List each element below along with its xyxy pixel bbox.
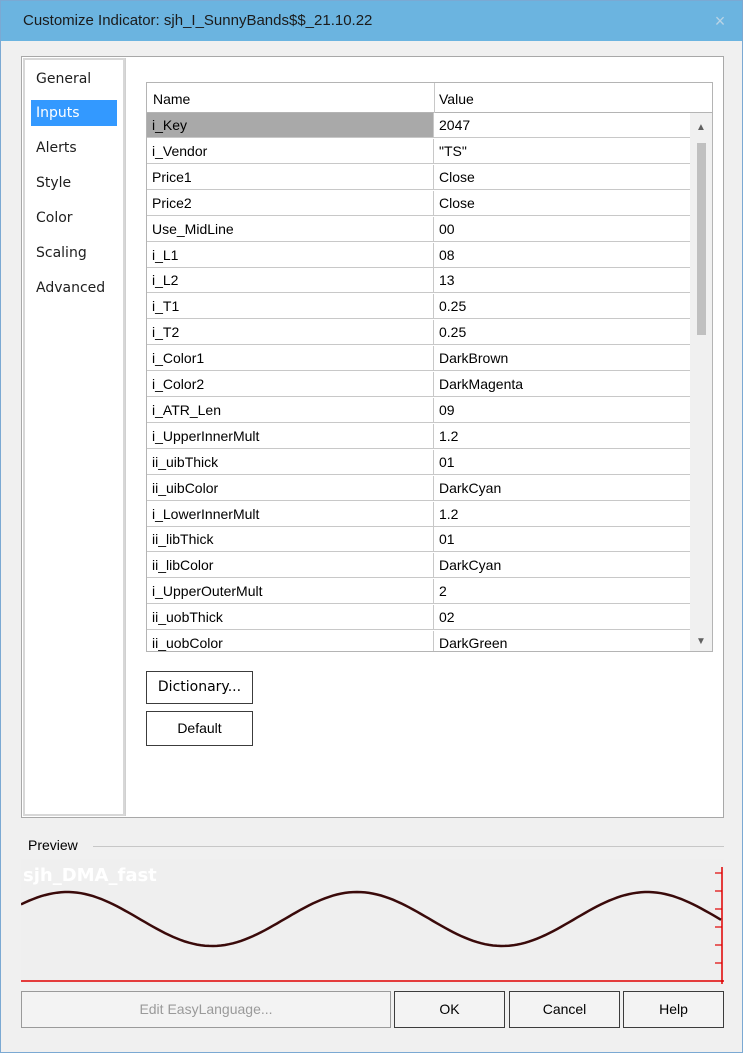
input-name-cell[interactable]: i_L2	[147, 268, 434, 293]
input-name-cell[interactable]: ii_libThick	[147, 527, 434, 552]
input-name-cell[interactable]: ii_uibThick	[147, 450, 434, 475]
input-value-cell[interactable]: 2	[434, 579, 691, 604]
input-value-cell[interactable]: 0.25	[434, 294, 691, 319]
input-value-cell[interactable]: "TS"	[434, 139, 691, 164]
input-value-cell[interactable]: 01	[434, 527, 691, 552]
input-value-cell[interactable]: 1.2	[434, 424, 691, 449]
input-name-cell[interactable]: i_L1	[147, 243, 434, 268]
input-name-cell[interactable]: i_Color1	[147, 346, 434, 371]
input-value-cell[interactable]: DarkCyan	[434, 553, 691, 578]
input-name-cell[interactable]: i_Color2	[147, 372, 434, 397]
nav-divider	[125, 58, 126, 816]
input-value-cell[interactable]: 08	[434, 243, 691, 268]
input-name-cell[interactable]: Price2	[147, 191, 434, 216]
input-value-cell[interactable]: Close	[434, 165, 691, 190]
nav-item-color[interactable]: Color	[31, 205, 117, 231]
column-header-value[interactable]: Value	[439, 91, 474, 107]
input-name-cell[interactable]: i_ATR_Len	[147, 398, 434, 423]
ok-button[interactable]: OK	[394, 991, 505, 1028]
input-name-cell[interactable]: i_Vendor	[147, 139, 434, 164]
input-value-cell[interactable]: DarkMagenta	[434, 372, 691, 397]
header-divider	[434, 83, 435, 113]
nav-item-advanced[interactable]: Advanced	[31, 275, 117, 301]
input-value-cell[interactable]: DarkCyan	[434, 476, 691, 501]
input-value-cell[interactable]: 00	[434, 217, 691, 242]
input-name-cell[interactable]: i_T2	[147, 320, 434, 345]
default-button[interactable]: Default	[146, 711, 253, 746]
dictionary-button[interactable]: Dictionary...	[146, 671, 253, 704]
scroll-up-icon[interactable]: ▲	[690, 119, 712, 137]
inputs-grid: Name Value i_Key 2047 i_Vendor "TS" Price1 Cl…	[146, 82, 713, 652]
nav-item-scaling[interactable]: Scaling	[31, 240, 117, 266]
preview-plot	[21, 867, 724, 984]
input-value-cell[interactable]: 09	[434, 398, 691, 423]
help-button[interactable]: Help	[623, 991, 724, 1028]
scroll-down-icon[interactable]: ▼	[690, 633, 712, 651]
input-value-cell[interactable]: 2047	[434, 113, 691, 138]
input-name-cell[interactable]: i_UpperInnerMult	[147, 424, 434, 449]
nav-item-general[interactable]: General	[31, 66, 117, 92]
input-name-cell[interactable]: ii_uobThick	[147, 605, 434, 630]
input-name-cell[interactable]: i_UpperOuterMult	[147, 579, 434, 604]
edit-easylanguage-button[interactable]: Edit EasyLanguage...	[21, 991, 391, 1028]
input-name-cell[interactable]: ii_uobColor	[147, 631, 434, 651]
cancel-button[interactable]: Cancel	[509, 991, 620, 1028]
input-name-cell[interactable]: i_T1	[147, 294, 434, 319]
preview-divider	[93, 846, 724, 847]
input-name-cell[interactable]: ii_uibColor	[147, 476, 434, 501]
close-icon[interactable]: ×	[710, 11, 730, 31]
input-value-cell[interactable]: Close	[434, 191, 691, 216]
preview-label: Preview	[28, 837, 78, 853]
input-value-cell[interactable]: DarkBrown	[434, 346, 691, 371]
input-name-cell[interactable]: Use_MidLine	[147, 217, 434, 242]
nav-item-alerts[interactable]: Alerts	[31, 135, 117, 161]
input-name-cell[interactable]: i_LowerInnerMult	[147, 502, 434, 527]
grid-header: Name Value	[147, 83, 712, 113]
input-value-cell[interactable]: 13	[434, 268, 691, 293]
input-value-cell[interactable]: 01	[434, 450, 691, 475]
input-value-cell[interactable]: 02	[434, 605, 691, 630]
scroll-thumb[interactable]	[697, 143, 706, 335]
input-value-cell[interactable]: 1.2	[434, 502, 691, 527]
input-value-cell[interactable]: 0.25	[434, 320, 691, 345]
preview-chart: sjh_DMA_fast	[21, 859, 724, 984]
vertical-scrollbar[interactable]: ▲ ▼	[690, 113, 712, 651]
input-value-cell[interactable]: DarkGreen	[434, 631, 691, 651]
nav-pane: General Inputs Alerts Style Color Scalin…	[23, 58, 125, 816]
window-title: Customize Indicator: sjh_I_SunnyBands$$_…	[23, 12, 373, 29]
title-bar: Customize Indicator: sjh_I_SunnyBands$$_…	[1, 1, 742, 41]
nav-item-style[interactable]: Style	[31, 170, 117, 196]
preview-wave-line	[21, 890, 722, 948]
input-name-cell[interactable]: Price1	[147, 165, 434, 190]
customize-indicator-dialog: Customize Indicator: sjh_I_SunnyBands$$_…	[0, 0, 743, 1053]
nav-item-inputs[interactable]: Inputs	[31, 100, 117, 126]
column-header-name[interactable]: Name	[153, 91, 190, 107]
input-name-cell[interactable]: ii_libColor	[147, 553, 434, 578]
input-name-cell[interactable]: i_Key	[147, 113, 434, 138]
